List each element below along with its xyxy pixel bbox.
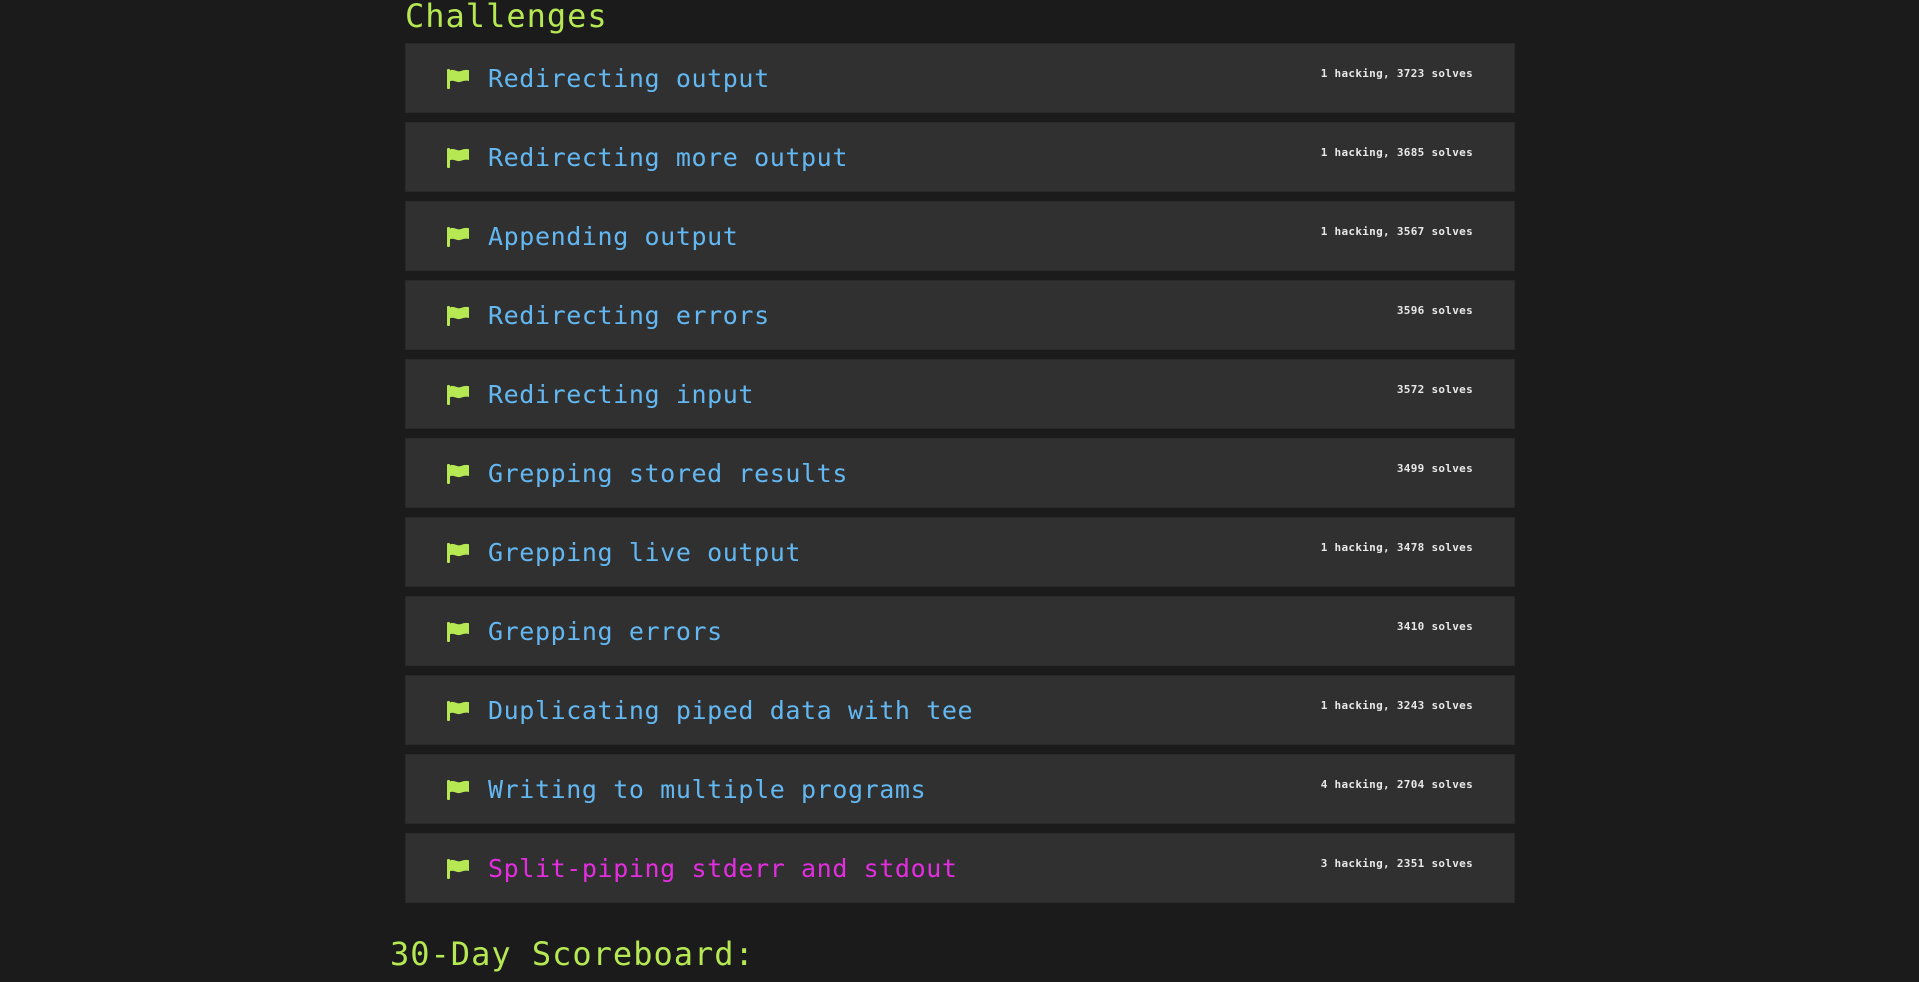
flag-icon [446,306,470,326]
challenge-name[interactable]: Grepping errors [488,615,723,649]
flag-icon [446,385,470,405]
challenge-item[interactable]: Duplicating piped data with tee 1 hackin… [405,675,1515,745]
challenge-item[interactable]: Grepping stored results 3499 solves [405,438,1515,508]
challenge-stats: 3572 solves [1396,383,1473,396]
challenges-page: Challenges Redirecting output 1 hacking,… [0,0,1919,982]
challenge-stats: 1 hacking, 3567 solves [1320,225,1473,238]
challenge-item[interactable]: Grepping live output 1 hacking, 3478 sol… [405,517,1515,587]
flag-icon [446,464,470,484]
challenge-item[interactable]: Grepping errors 3410 solves [405,596,1515,666]
flag-icon [446,859,470,879]
challenge-name[interactable]: Appending output [488,220,738,254]
challenge-name[interactable]: Duplicating piped data with tee [488,694,973,728]
challenge-name[interactable]: Grepping live output [488,536,801,570]
challenge-name[interactable]: Split-piping stderr and stdout [488,852,958,886]
flag-icon [446,148,470,168]
challenge-stats: 1 hacking, 3685 solves [1320,146,1473,159]
flag-icon [446,227,470,247]
challenge-name[interactable]: Redirecting more output [488,141,848,175]
challenge-stats: 1 hacking, 3243 solves [1320,699,1473,712]
challenge-name[interactable]: Grepping stored results [488,457,848,491]
challenge-name[interactable]: Redirecting output [488,62,770,96]
challenge-name[interactable]: Writing to multiple programs [488,773,926,807]
challenge-item[interactable]: Split-piping stderr and stdout 3 hacking… [405,833,1515,903]
challenge-stats: 3499 solves [1396,462,1473,475]
challenge-stats: 3 hacking, 2351 solves [1320,857,1473,870]
challenge-stats: 4 hacking, 2704 solves [1320,778,1473,791]
flag-icon [446,622,470,642]
challenge-list: Redirecting output 1 hacking, 3723 solve… [405,43,1515,912]
challenge-item[interactable]: Appending output 1 hacking, 3567 solves [405,201,1515,271]
challenge-item[interactable]: Redirecting errors 3596 solves [405,280,1515,350]
section-title: Challenges [405,0,608,35]
challenge-item[interactable]: Writing to multiple programs 4 hacking, … [405,754,1515,824]
challenge-item[interactable]: Redirecting more output 1 hacking, 3685 … [405,122,1515,192]
challenge-name[interactable]: Redirecting errors [488,299,770,333]
challenge-name[interactable]: Redirecting input [488,378,754,412]
flag-icon [446,780,470,800]
challenge-stats: 3596 solves [1396,304,1473,317]
challenge-item[interactable]: Redirecting input 3572 solves [405,359,1515,429]
flag-icon [446,543,470,563]
challenge-item[interactable]: Redirecting output 1 hacking, 3723 solve… [405,43,1515,113]
challenge-stats: 1 hacking, 3478 solves [1320,541,1473,554]
scoreboard-title: 30-Day Scoreboard: [390,935,755,973]
flag-icon [446,69,470,89]
challenge-stats: 1 hacking, 3723 solves [1320,67,1473,80]
challenge-stats: 3410 solves [1396,620,1473,633]
flag-icon [446,701,470,721]
